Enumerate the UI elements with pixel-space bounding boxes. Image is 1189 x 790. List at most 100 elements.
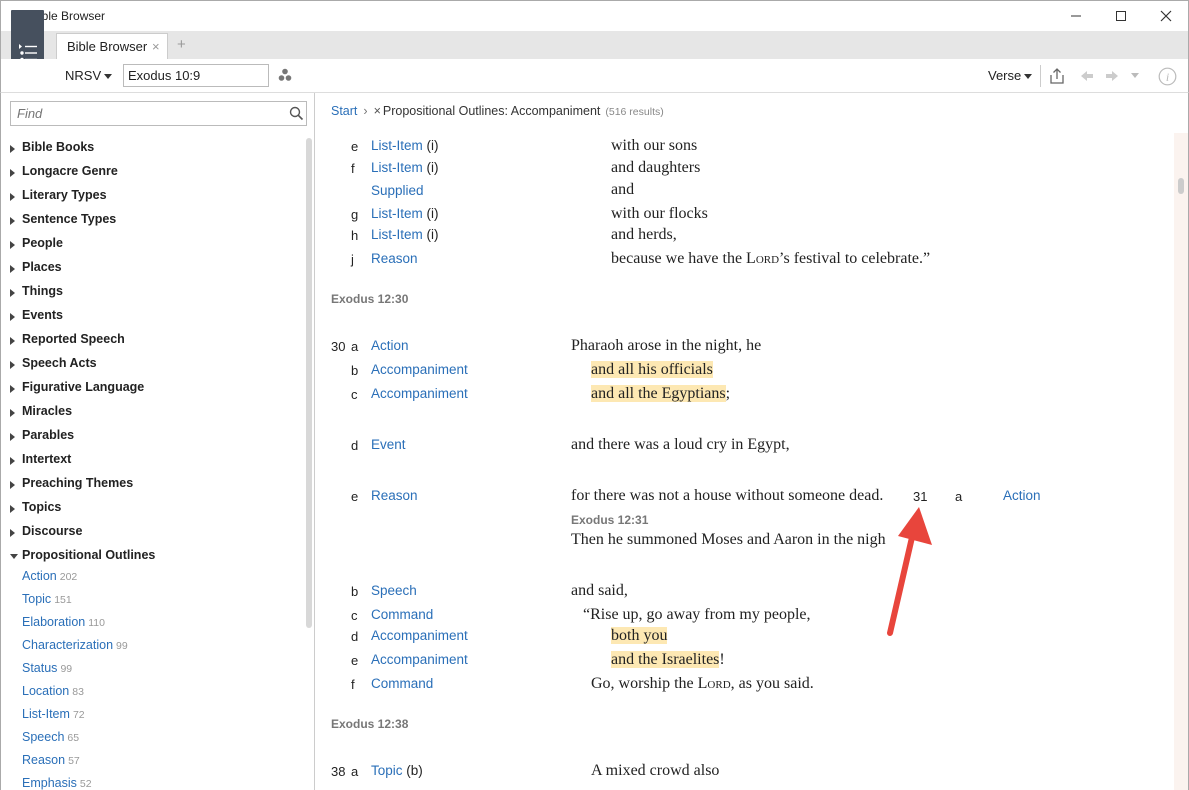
forward-arrow-icon[interactable] [1103,67,1121,85]
verse-text: because we have the Lord’s festival to c… [611,250,931,267]
row-letter: j [351,252,354,267]
clause-label-link[interactable]: Action [1003,488,1041,503]
clause-label-link[interactable]: Command [371,676,433,691]
minimize-icon [1071,15,1081,17]
expand-triangle-icon [10,433,15,441]
row-letter: a [351,339,359,354]
verse-text: and daughters [611,159,701,176]
tab-label: Bible Browser [67,39,148,54]
toolbar-divider [1040,65,1041,87]
expand-triangle-icon [10,241,15,249]
row-letter: e [351,653,359,668]
verse-mode-dropdown[interactable]: Verse [988,68,1033,83]
search-icon[interactable] [289,106,304,121]
maximize-button[interactable] [1098,1,1144,31]
sidebar-item-list-item[interactable]: List-Item 72 [22,707,85,721]
clause-label-link[interactable]: Accompaniment [371,652,468,667]
row-letter: h [351,228,359,243]
info-icon[interactable]: i [1158,67,1177,86]
sidebar-item-action[interactable]: Action 202 [22,569,77,583]
verse-text: with our flocks [611,205,708,222]
chevron-down-icon [104,74,113,80]
verse-text: and there was a loud cry in Egypt, [571,436,790,453]
sidebar-scrollbar[interactable] [306,138,312,628]
parallel-resources-icon[interactable] [278,68,292,82]
close-window-button[interactable] [1143,1,1189,31]
main-scrollbar-thumb[interactable] [1178,178,1184,194]
clause-label-link[interactable]: Action [371,338,409,353]
clause-label-link[interactable]: Topic (b) [371,763,423,778]
tab-bar: Bible Browser × + [0,31,1189,59]
clause-label-link[interactable]: List-Item (i) [371,206,439,221]
breadcrumb-remove-icon[interactable]: × [374,104,381,118]
row-letter: e [351,139,359,154]
share-icon[interactable] [1048,67,1066,85]
version-dropdown[interactable]: NRSV [65,68,113,83]
verse-text-highlighted: and the Israelites! [611,651,725,668]
verse-text: for there was not a house without someon… [571,487,884,504]
row-letter: d [351,629,359,644]
clause-label-link[interactable]: Speech [371,583,417,598]
reference-input[interactable] [123,64,269,87]
sidebar-item-reason[interactable]: Reason 57 [22,753,80,767]
clause-label-link[interactable]: Command [371,607,433,622]
main-scrollbar[interactable] [1174,133,1188,790]
expand-triangle-icon [10,313,15,321]
tab-close-icon[interactable]: × [152,39,160,54]
clause-label-link[interactable]: List-Item (i) [371,227,439,242]
expand-triangle-icon [10,337,15,345]
sidebar-item-status[interactable]: Status 99 [22,661,72,675]
clause-label-link[interactable]: Accompaniment [371,386,468,401]
lord-small-caps: Lord [697,675,731,692]
clause-label-link[interactable]: Event [371,437,406,452]
back-arrow-icon[interactable] [1078,67,1096,85]
clause-label-link[interactable]: Reason [371,251,418,266]
breadcrumb: Start › × Propositional Outlines: Accompani… [331,104,664,118]
section-reference[interactable]: Exodus 12:31 [571,513,648,527]
row-letter: b [351,363,359,378]
sidebar-item-emphasis[interactable]: Emphasis 52 [22,776,92,790]
sidebar-item-elaboration[interactable]: Elaboration 110 [22,615,105,629]
clause-label-link[interactable]: Accompaniment [371,362,468,377]
sidebar-item-location[interactable]: Location 83 [22,684,84,698]
sidebar-item-characterization[interactable]: Characterization 99 [22,638,128,652]
expand-triangle-icon [10,361,15,369]
verse-text-highlighted: both you [611,627,668,644]
verse-text: and said, [571,582,628,599]
add-tab-button[interactable]: + [177,36,186,53]
clause-label-link[interactable]: Reason [371,488,418,503]
section-reference[interactable]: Exodus 12:30 [331,292,408,306]
verse-text-highlighted: and all his officials [591,361,713,378]
sidebar-item-speech[interactable]: Speech 65 [22,730,79,744]
find-input[interactable] [11,102,281,125]
clause-label-link[interactable]: Accompaniment [371,628,468,643]
row-letter: b [351,584,359,599]
tab-bible-browser[interactable]: Bible Browser × [56,33,168,59]
sidebar-item-topic[interactable]: Topic 151 [22,592,72,606]
row-letter: g [351,207,359,222]
verse-text-highlighted: and all the Egyptians; [591,385,731,402]
version-label: NRSV [65,68,102,83]
row-letter: c [351,387,358,402]
section-reference[interactable]: Exodus 12:38 [331,717,408,731]
verse-text: with our sons [611,137,698,154]
toolbar: NRSV Verse i [0,59,1189,93]
verse-text: Pharaoh arose in the night, he [571,337,762,354]
breadcrumb-current: Propositional Outlines: Accompaniment [382,104,601,118]
find-box [10,101,307,126]
expand-triangle-icon [10,457,15,465]
maximize-icon [1116,11,1126,21]
row-letter: a [351,764,359,779]
clause-label-link[interactable]: List-Item (i) [371,138,439,153]
clause-label-link[interactable]: List-Item (i) [371,160,439,175]
breadcrumb-start-link[interactable]: Start [331,104,357,118]
history-dropdown-icon[interactable] [1130,72,1140,80]
main-content: Start › × Propositional Outlines: Accompani… [315,93,1189,790]
clause-label-link[interactable]: Supplied [371,183,424,198]
expand-triangle-icon [10,385,15,393]
verse-number: 38 [331,764,346,779]
row-letter: f [351,677,355,692]
verse-text: Go, worship the Lord, as you said. [591,675,814,692]
expand-triangle-icon [10,505,15,513]
minimize-button[interactable] [1053,1,1099,31]
